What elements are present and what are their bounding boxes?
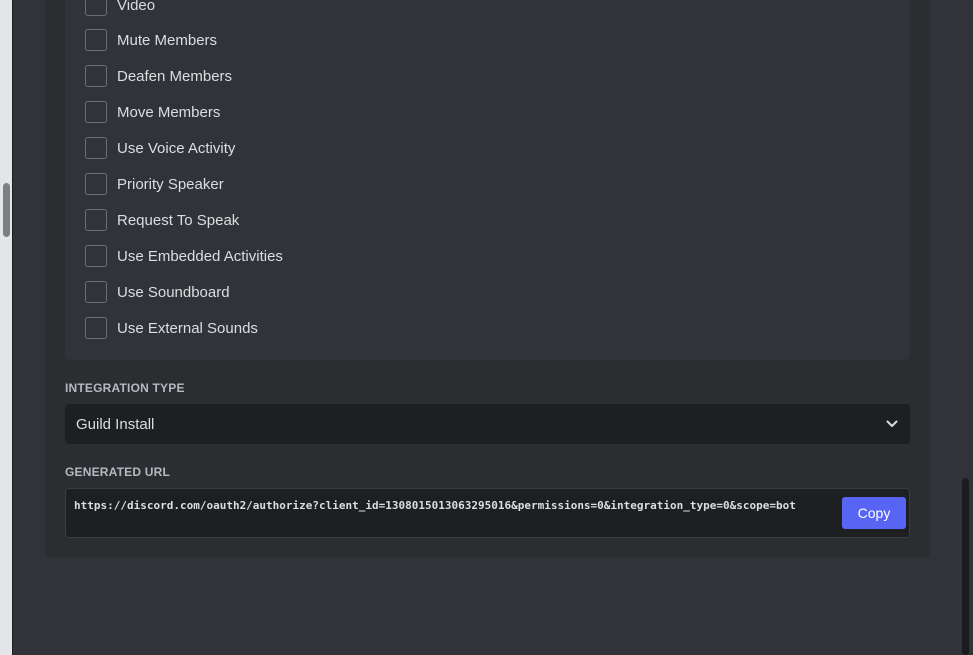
main-content: Video Mute Members Deafen Members Move M… xyxy=(13,0,960,655)
checkbox[interactable] xyxy=(85,245,107,267)
checkbox[interactable] xyxy=(85,209,107,231)
generated-url-text[interactable]: https://discord.com/oauth2/authorize?cli… xyxy=(74,498,834,514)
permission-row-use-embedded-activities[interactable]: Use Embedded Activities xyxy=(85,244,283,268)
permission-row-move-members[interactable]: Move Members xyxy=(85,100,220,124)
permission-row-priority-speaker[interactable]: Priority Speaker xyxy=(85,172,224,196)
integration-type-value: Guild Install xyxy=(76,415,155,433)
permission-label: Priority Speaker xyxy=(117,175,224,193)
permission-label: Mute Members xyxy=(117,31,218,49)
integration-type-select[interactable]: Guild Install xyxy=(65,404,910,444)
generated-url-heading: GENERATED URL xyxy=(65,465,171,479)
left-window-strip xyxy=(0,0,12,655)
permission-label: Use Voice Activity xyxy=(117,139,236,157)
checkbox[interactable] xyxy=(85,173,107,195)
checkbox[interactable] xyxy=(85,281,107,303)
permission-row-video[interactable]: Video xyxy=(85,0,155,17)
checkbox[interactable] xyxy=(85,101,107,123)
permission-row-use-voice-activity[interactable]: Use Voice Activity xyxy=(85,136,235,160)
permission-row-use-soundboard[interactable]: Use Soundboard xyxy=(85,280,230,304)
permissions-box: Video Mute Members Deafen Members Move M… xyxy=(65,0,910,360)
integration-type-heading: INTEGRATION TYPE xyxy=(65,381,185,395)
permission-label: Use External Sounds xyxy=(117,319,258,337)
permission-label: Use Embedded Activities xyxy=(117,247,283,265)
permission-row-request-to-speak[interactable]: Request To Speak xyxy=(85,208,239,232)
permission-row-use-external-sounds[interactable]: Use External Sounds xyxy=(85,316,258,340)
generated-url-box: https://discord.com/oauth2/authorize?cli… xyxy=(65,488,910,538)
left-scrollbar-thumb[interactable] xyxy=(3,183,10,237)
permission-label: Video xyxy=(117,0,156,14)
permission-row-deafen-members[interactable]: Deafen Members xyxy=(85,64,232,88)
url-generator-panel: Video Mute Members Deafen Members Move M… xyxy=(45,0,930,558)
checkbox[interactable] xyxy=(85,0,107,16)
checkbox[interactable] xyxy=(85,317,107,339)
permission-label: Move Members xyxy=(117,103,221,121)
permission-label: Use Soundboard xyxy=(117,283,230,301)
checkbox[interactable] xyxy=(85,137,107,159)
right-scrollbar-thumb[interactable] xyxy=(962,478,969,655)
copy-button[interactable]: Copy xyxy=(842,497,906,529)
permission-label: Request To Speak xyxy=(117,211,240,229)
permission-label: Deafen Members xyxy=(117,67,233,85)
checkbox[interactable] xyxy=(85,65,107,87)
chevron-down-icon xyxy=(885,417,899,431)
permission-row-mute-members[interactable]: Mute Members xyxy=(85,28,217,52)
checkbox[interactable] xyxy=(85,29,107,51)
